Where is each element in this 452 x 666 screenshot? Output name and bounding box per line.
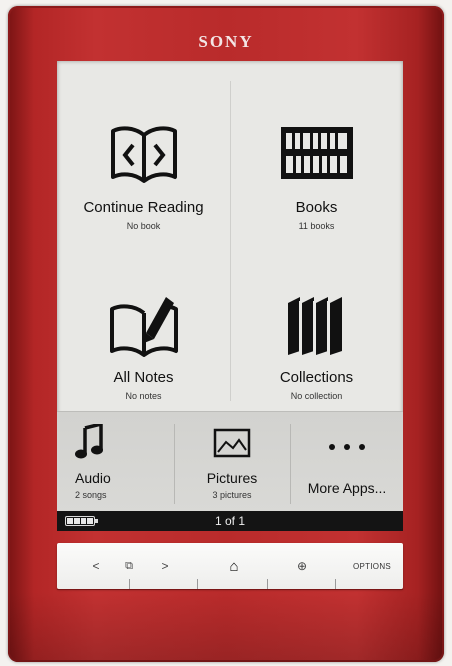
book-stack-icon	[287, 297, 342, 355]
open-book-arrows-icon	[110, 126, 177, 183]
back-button[interactable]: <	[85, 543, 107, 589]
bookshelf-icon	[280, 127, 353, 179]
music-note-icon	[75, 424, 103, 459]
tile-all-notes[interactable]: All Notes No notes	[57, 251, 230, 426]
options-button[interactable]: OPTIONS	[347, 543, 397, 589]
button-divider	[129, 579, 130, 589]
hardware-button-bar: < ⧉ > ⌂ ⊕ OPTIONS	[57, 543, 403, 589]
app-sublabel: 2 songs	[75, 490, 107, 500]
home-button[interactable]: ⌂	[219, 543, 249, 589]
apps-band: Audio 2 songs Pictures 3 pictures More A…	[57, 411, 403, 512]
app-sublabel: 3 pictures	[212, 490, 252, 500]
forward-button[interactable]: >	[155, 543, 175, 589]
tile-collections[interactable]: Collections No collection	[230, 251, 403, 426]
tile-label: All Notes	[113, 369, 174, 386]
app-pictures[interactable]: Pictures 3 pictures	[175, 412, 289, 512]
app-label: More Apps...	[307, 480, 387, 496]
button-divider	[267, 579, 268, 589]
tile-sublabel: No notes	[125, 391, 162, 401]
tile-divider	[230, 81, 231, 401]
picture-icon	[213, 428, 251, 458]
status-bar: 1 of 1	[57, 511, 403, 531]
tile-sublabel: No book	[126, 221, 161, 231]
ellipsis-icon	[329, 444, 365, 450]
button-divider	[335, 579, 336, 589]
tile-continue-reading[interactable]: Continue Reading No book	[57, 81, 230, 256]
tile-sublabel: 11 books	[298, 221, 335, 231]
tile-label: Continue Reading	[83, 199, 204, 216]
tile-sublabel: No collection	[290, 391, 343, 401]
app-label: Audio	[75, 470, 111, 486]
tile-books[interactable]: Books 11 books	[230, 81, 403, 256]
book-pen-icon	[109, 297, 178, 357]
brand-logo: SONY	[198, 32, 254, 51]
app-label: Pictures	[206, 470, 258, 486]
button-bar-edge	[57, 589, 403, 590]
app-audio[interactable]: Audio 2 songs	[57, 412, 173, 512]
eink-screen: Continue Reading No book Books 11 books …	[57, 61, 403, 531]
zoom-button[interactable]: ⊕	[287, 543, 317, 589]
button-divider	[197, 579, 198, 589]
page-indicator: 1 of 1	[214, 514, 246, 528]
tile-label: Books	[295, 199, 338, 216]
tile-label: Collections	[279, 369, 354, 386]
app-more[interactable]: More Apps...	[291, 412, 403, 512]
